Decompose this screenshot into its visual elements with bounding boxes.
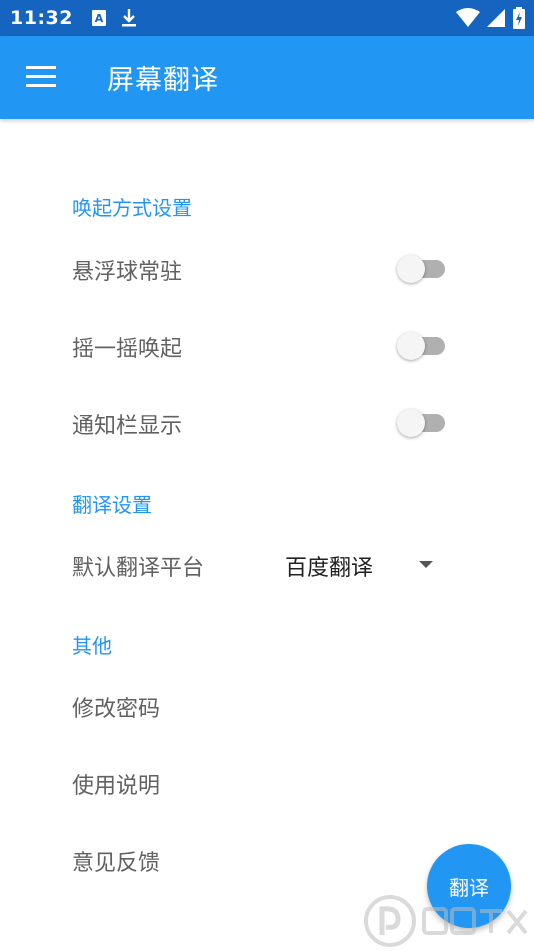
- section-header-other: 其他: [72, 634, 112, 658]
- watermark-logo: [362, 893, 532, 949]
- menu-icon[interactable]: [26, 66, 56, 88]
- watermark-logo-icon: [364, 895, 416, 947]
- setting-label-float-ball: 悬浮球常驻: [72, 260, 183, 285]
- shake-toggle[interactable]: [397, 329, 449, 360]
- app-notification-icon: A: [91, 10, 106, 26]
- app-title: 屏幕翻译: [107, 65, 219, 96]
- app-bar: 屏幕翻译: [0, 36, 534, 119]
- menu-item-feedback[interactable]: 意见反馈: [72, 845, 160, 877]
- toggle-thumb: [397, 255, 425, 283]
- notification-toggle[interactable]: [397, 406, 449, 437]
- menu-item-instructions[interactable]: 使用说明: [72, 768, 160, 800]
- download-icon: [121, 9, 136, 27]
- setting-label-platform: 默认翻译平台: [72, 556, 205, 581]
- section-header-wake: 唤起方式设置: [72, 196, 192, 220]
- cellular-signal-icon: [487, 9, 505, 27]
- dropdown-arrow-icon: [419, 561, 433, 568]
- battery-charging-icon: [513, 7, 525, 29]
- section-header-translate: 翻译设置: [72, 493, 152, 517]
- platform-dropdown[interactable]: 百度翻译: [285, 546, 445, 582]
- toggle-thumb: [397, 409, 425, 437]
- status-time: 11:32: [10, 7, 73, 29]
- status-bar: 11:32 A: [0, 0, 534, 36]
- setting-label-shake: 摇一摇唤起: [72, 337, 183, 362]
- toggle-thumb: [397, 332, 425, 360]
- wifi-icon: [456, 8, 480, 27]
- watermark-lettering-icon: [422, 907, 528, 935]
- status-notification-icons: A: [91, 8, 137, 28]
- status-system-icons: [456, 7, 526, 29]
- float-ball-toggle[interactable]: [397, 252, 449, 283]
- platform-dropdown-value: 百度翻译: [285, 556, 374, 581]
- svg-text:A: A: [95, 12, 104, 25]
- menu-item-change-password[interactable]: 修改密码: [72, 691, 160, 723]
- setting-label-notification: 通知栏显示: [72, 414, 183, 439]
